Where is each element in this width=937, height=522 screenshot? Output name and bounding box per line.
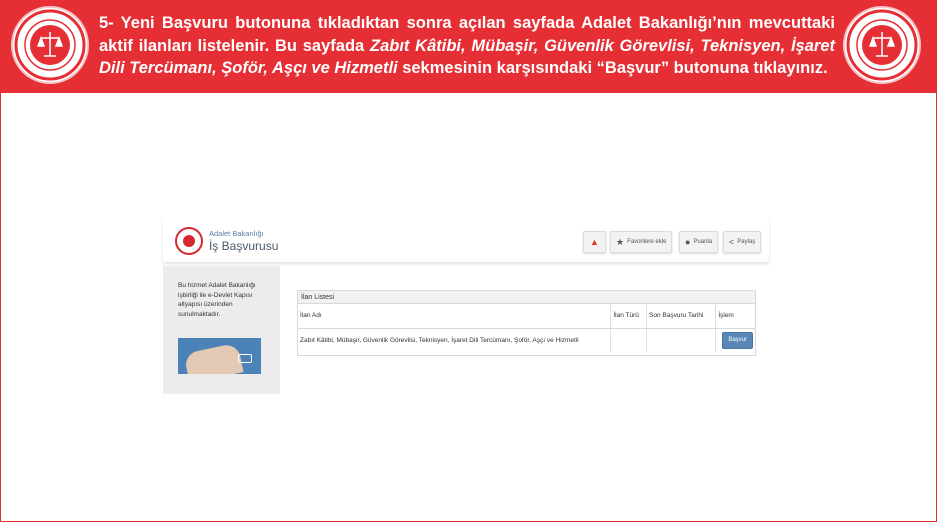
- add-favorites-label: Favorilere ekle: [627, 239, 667, 245]
- sidebar: Bu hizmet Adalet Bakanlığı işbirliği ile…: [163, 266, 280, 394]
- app-header: Adalet Bakanlığı İş Başvurusu ▲ ★ Favori…: [163, 218, 769, 262]
- edevlet-promo-image[interactable]: [178, 338, 261, 374]
- star-icon: ★: [616, 236, 625, 247]
- share-button[interactable]: < Paylaş: [723, 231, 762, 253]
- ministry-seal-right-logo: [843, 6, 921, 84]
- rate-button[interactable]: ● Puanla: [679, 231, 719, 253]
- card-graphic: [238, 354, 252, 363]
- apply-button[interactable]: Başvur: [722, 332, 753, 350]
- rate-label: Puanla: [693, 239, 713, 245]
- instruction-banner: 5- Yeni Başvuru butonuna tıkladıktan son…: [0, 0, 937, 93]
- col-header-action: İşlem: [715, 304, 755, 329]
- trending-button[interactable]: ▲: [583, 231, 606, 253]
- fire-icon: ▲: [590, 237, 599, 247]
- col-header-name: İlan Adı: [298, 304, 612, 329]
- ministry-seal-left-logo: [11, 6, 89, 84]
- adalet-bakanligi-logo[interactable]: [175, 227, 203, 255]
- share-label: Paylaş: [737, 239, 756, 245]
- listing-name-cell: Zabıt Kâtibi, Mübaşir, Güvenlik Görevlis…: [298, 328, 612, 353]
- col-header-deadline: Son Başvuru Tarihi: [646, 304, 717, 329]
- table-header-row: İlan Adı İlan Türü Son Başvuru Tarihi İş…: [298, 304, 755, 329]
- listing-table: İlan Adı İlan Türü Son Başvuru Tarihi İş…: [298, 304, 755, 353]
- listing-type-cell: [610, 328, 648, 353]
- instruction-text-end: sekmesinin karşısındaki “Başvur” butonun…: [397, 59, 828, 77]
- sidebar-info-text: Bu hizmet Adalet Bakanlığı işbirliği ile…: [178, 282, 256, 318]
- job-application-screenshot: Adalet Bakanlığı İş Başvurusu ▲ ★ Favori…: [163, 218, 769, 394]
- share-icon: <: [729, 237, 735, 247]
- listing-action-cell: Başvur: [716, 328, 755, 353]
- hand-graphic: [183, 342, 244, 374]
- col-header-type: İlan Türü: [610, 304, 648, 329]
- listing-panel: İlan Listesi İlan Adı İlan Türü Son Başv…: [297, 290, 756, 356]
- listing-deadline-cell: [646, 328, 717, 353]
- brand-ministry-name: Adalet Bakanlığı: [209, 229, 264, 238]
- table-row: Zabıt Kâtibi, Mübaşir, Güvenlik Görevlis…: [298, 328, 755, 353]
- add-favorites-button[interactable]: ★ Favorilere ekle: [610, 231, 673, 253]
- panel-title: İlan Listesi: [298, 291, 755, 304]
- comment-icon: ●: [685, 237, 691, 247]
- brand-service-name: İş Başvurusu: [209, 239, 279, 253]
- instruction-text: 5- Yeni Başvuru butonuna tıkladıktan son…: [99, 12, 835, 80]
